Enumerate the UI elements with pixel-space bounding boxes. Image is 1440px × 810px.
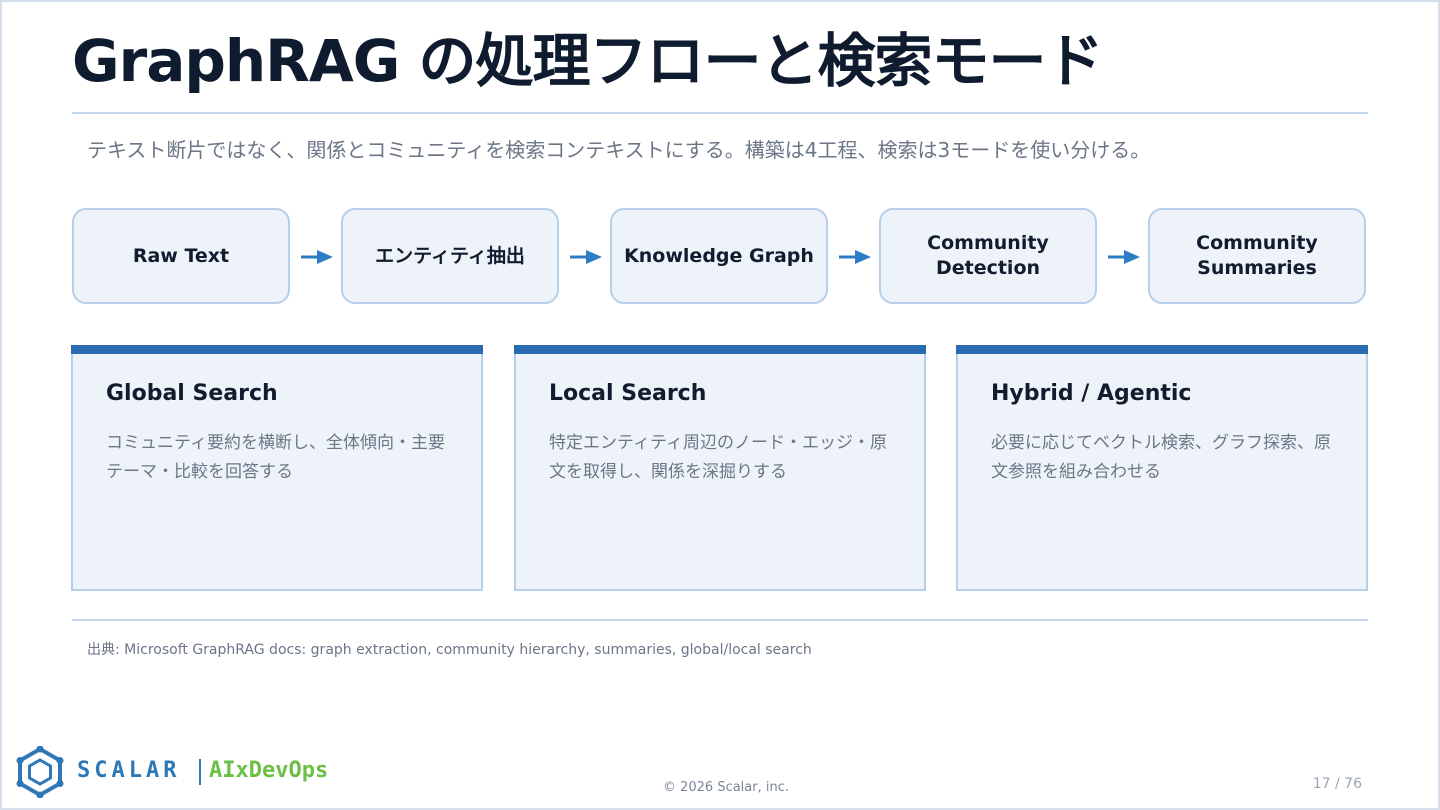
page-number: 17 / 76 [1312, 776, 1362, 792]
flow-step-knowledge-graph: Knowledge Graph [610, 208, 828, 304]
card-description: コミュニティ要約を横断し、全体傾向・主要テーマ・比較を回答する [106, 433, 445, 482]
card-description: 特定エンティティ周辺のノード・エッジ・原文を取得し、関係を深掘りする [549, 433, 887, 482]
flow-step-community-detection: Community Detection [879, 208, 1097, 304]
process-flow: Raw Text エンティティ抽出 Knowledge Graph Commun… [72, 208, 1368, 307]
card-title: Global Search [106, 381, 278, 406]
arrow-right-icon [570, 250, 602, 264]
flow-step-community-summaries: Community Summaries [1148, 208, 1366, 304]
card-accent-bar [71, 345, 483, 354]
card-title: Local Search [549, 381, 707, 406]
mode-card-global-search: Global Search コミュニティ要約を横断し、全体傾向・主要テーマ・比較… [71, 345, 483, 591]
slide-subtitle: テキスト断片ではなく、関係とコミュニティを検索コンテキストにする。構築は4工程、… [87, 138, 1151, 162]
mode-card-hybrid-agentic: Hybrid / Agentic 必要に応じてベクトル検索、グラフ探索、原文参照… [956, 345, 1368, 591]
source-divider [72, 619, 1368, 621]
source-citation: 出典: Microsoft GraphRAG docs: graph extra… [87, 642, 812, 658]
mode-card-local-search: Local Search 特定エンティティ周辺のノード・エッジ・原文を取得し、関… [514, 345, 926, 591]
flow-step-entity-extraction: エンティティ抽出 [341, 208, 559, 304]
title-divider [72, 112, 1368, 114]
card-accent-bar [514, 345, 926, 354]
copyright-text: © 2026 Scalar, inc. [662, 780, 790, 795]
arrow-right-icon [301, 250, 333, 264]
card-description: 必要に応じてベクトル検索、グラフ探索、原文参照を組み合わせる [991, 433, 1331, 482]
card-title: Hybrid / Agentic [991, 381, 1192, 406]
slide-title: GraphRAG の処理フローと検索モード [72, 27, 1104, 95]
flow-step-raw-text: Raw Text [72, 208, 290, 304]
arrow-right-icon [1108, 250, 1140, 264]
arrow-right-icon [839, 250, 871, 264]
card-accent-bar [956, 345, 1368, 354]
